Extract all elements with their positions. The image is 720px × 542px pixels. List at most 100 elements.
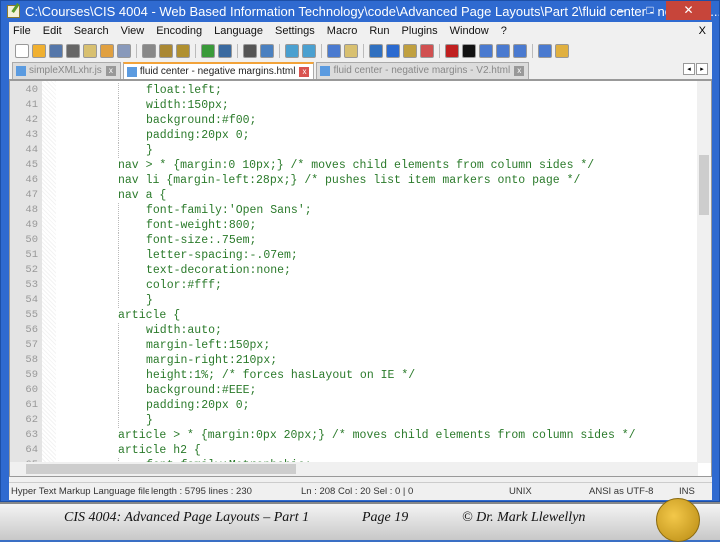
code-text: color:#fff; bbox=[146, 279, 222, 292]
code-line: 57 margin-left:150px; bbox=[10, 338, 711, 353]
toolbar-button-24-icon[interactable] bbox=[369, 43, 383, 58]
toolbar-separator bbox=[363, 43, 364, 58]
vertical-scroll-thumb[interactable] bbox=[699, 155, 709, 215]
close-button[interactable]: ✕ bbox=[666, 1, 711, 20]
indent-guide bbox=[118, 293, 119, 308]
toolbar-separator bbox=[439, 43, 440, 58]
toolbar-button-22-icon[interactable] bbox=[344, 43, 358, 58]
toolbar-button-25-icon[interactable] bbox=[386, 43, 400, 58]
minimize-button[interactable]: – bbox=[609, 1, 635, 20]
indent-guide bbox=[118, 113, 119, 128]
toolbar-button-3-icon[interactable] bbox=[66, 43, 80, 58]
toolbar-button-26-icon[interactable] bbox=[403, 43, 417, 58]
toolbar-button-12-icon[interactable] bbox=[201, 43, 215, 58]
code-line: 47 nav a { bbox=[10, 188, 711, 203]
tab-scroll-arrows: ◂ ▸ bbox=[683, 63, 708, 75]
code-text: text-decoration:none; bbox=[146, 264, 291, 277]
menu-view[interactable]: View bbox=[121, 22, 145, 40]
toolbar-separator bbox=[136, 43, 137, 58]
toolbar-button-16-icon[interactable] bbox=[260, 43, 274, 58]
toolbar-separator bbox=[532, 43, 533, 58]
notepad-window: C:\Courses\CIS 4004 - Web Based Informat… bbox=[0, 0, 720, 502]
code-line: 61 padding:20px 0; bbox=[10, 398, 711, 413]
toolbar-button-19-icon[interactable] bbox=[302, 43, 316, 58]
vertical-scrollbar[interactable] bbox=[697, 81, 711, 463]
code-editor[interactable]: 40 float:left; 41 width:150px; 42 background:… bbox=[9, 80, 712, 477]
footer-author: © Dr. Mark Llewellyn bbox=[462, 510, 586, 525]
toolbar-button-30-icon[interactable] bbox=[462, 43, 476, 58]
menu-macro[interactable]: Macro bbox=[327, 22, 358, 40]
menu-settings[interactable]: Settings bbox=[275, 22, 315, 40]
horizontal-scrollbar[interactable] bbox=[10, 462, 698, 476]
toolbar-button-35-icon[interactable] bbox=[538, 43, 552, 58]
tab-2[interactable]: fluid center - negative margins - V2.htm… bbox=[316, 62, 530, 79]
code-line: 58 margin-right:210px; bbox=[10, 353, 711, 368]
toolbar-button-33-icon[interactable] bbox=[513, 43, 527, 58]
toolbar-button-31-icon[interactable] bbox=[479, 43, 493, 58]
line-number: 43 bbox=[25, 129, 38, 141]
ucf-pegasus-logo bbox=[656, 498, 700, 542]
toolbar-button-8-icon[interactable] bbox=[142, 43, 156, 58]
code-line: 42 background:#f00; bbox=[10, 113, 711, 128]
tab-close-icon[interactable]: x bbox=[514, 66, 525, 76]
menu-language[interactable]: Language bbox=[214, 22, 263, 40]
toolbar-separator bbox=[321, 43, 322, 58]
toolbar-button-4-icon[interactable] bbox=[83, 43, 97, 58]
line-number: 63 bbox=[25, 429, 38, 441]
status-position: Ln : 208 Col : 20 Sel : 0 | 0 bbox=[301, 486, 414, 497]
tab-scroll-left[interactable]: ◂ bbox=[683, 63, 695, 75]
menu-window[interactable]: Window bbox=[450, 22, 489, 40]
indent-guide bbox=[118, 353, 119, 368]
line-number: 49 bbox=[25, 219, 38, 231]
toolbar-button-36-icon[interactable] bbox=[555, 43, 569, 58]
status-eol: UNIX bbox=[509, 486, 532, 497]
code-line: 53 color:#fff; bbox=[10, 278, 711, 293]
tab-close-icon[interactable]: x bbox=[299, 67, 310, 77]
tab-scroll-right[interactable]: ▸ bbox=[696, 63, 708, 75]
line-number: 51 bbox=[25, 249, 38, 261]
toolbar-button-13-icon[interactable] bbox=[218, 43, 232, 58]
toolbar-button-18-icon[interactable] bbox=[285, 43, 299, 58]
line-number: 52 bbox=[25, 264, 38, 276]
toolbar-button-9-icon[interactable] bbox=[159, 43, 173, 58]
toolbar-button-21-icon[interactable] bbox=[327, 43, 341, 58]
line-number: 60 bbox=[25, 384, 38, 396]
toolbar-button-0-icon[interactable] bbox=[15, 43, 29, 58]
tab-1[interactable]: fluid center - negative margins.html x bbox=[122, 62, 315, 79]
horizontal-scroll-thumb[interactable] bbox=[26, 464, 296, 474]
toolbar-button-15-icon[interactable] bbox=[243, 43, 257, 58]
toolbar-button-1-icon[interactable] bbox=[32, 43, 46, 58]
footer-page: Page 19 bbox=[362, 510, 409, 525]
file-icon bbox=[126, 67, 137, 77]
line-number: 55 bbox=[25, 309, 38, 321]
toolbar-button-32-icon[interactable] bbox=[496, 43, 510, 58]
menu-encoding[interactable]: Encoding bbox=[156, 22, 202, 40]
line-number: 47 bbox=[25, 189, 38, 201]
menu-run[interactable]: Run bbox=[369, 22, 389, 40]
toolbar-button-6-icon[interactable] bbox=[117, 43, 131, 58]
notepad-app-icon bbox=[7, 5, 20, 18]
code-text: nav > * {margin:0 10px;} /* moves child … bbox=[118, 159, 595, 172]
code-line: 62} bbox=[10, 413, 711, 428]
code-text: float:left; bbox=[146, 84, 222, 97]
toolbar-button-27-icon[interactable] bbox=[420, 43, 434, 58]
menu-file[interactable]: File bbox=[13, 22, 31, 40]
tab-0[interactable]: simpleXMLxhr.js x bbox=[12, 62, 121, 79]
menu-search[interactable]: Search bbox=[74, 22, 109, 40]
code-text: width:150px; bbox=[146, 99, 229, 112]
menu-plugins[interactable]: Plugins bbox=[402, 22, 438, 40]
code-line: 43 padding:20px 0; bbox=[10, 128, 711, 143]
toolbar-button-5-icon[interactable] bbox=[100, 43, 114, 58]
tab-close-icon[interactable]: x bbox=[105, 66, 116, 76]
menu-help[interactable]: ? bbox=[501, 22, 507, 40]
toolbar-button-2-icon[interactable] bbox=[49, 43, 63, 58]
close-document-button[interactable]: X bbox=[699, 22, 706, 40]
status-file-type: Hyper Text Markup Language file bbox=[11, 486, 149, 497]
indent-guide bbox=[118, 368, 119, 383]
indent-guide bbox=[118, 248, 119, 263]
menu-edit[interactable]: Edit bbox=[43, 22, 62, 40]
toolbar-button-10-icon[interactable] bbox=[176, 43, 190, 58]
maximize-button[interactable]: □ bbox=[637, 1, 663, 20]
code-text: letter-spacing:-.07em; bbox=[146, 249, 298, 262]
toolbar-button-29-icon[interactable] bbox=[445, 43, 459, 58]
